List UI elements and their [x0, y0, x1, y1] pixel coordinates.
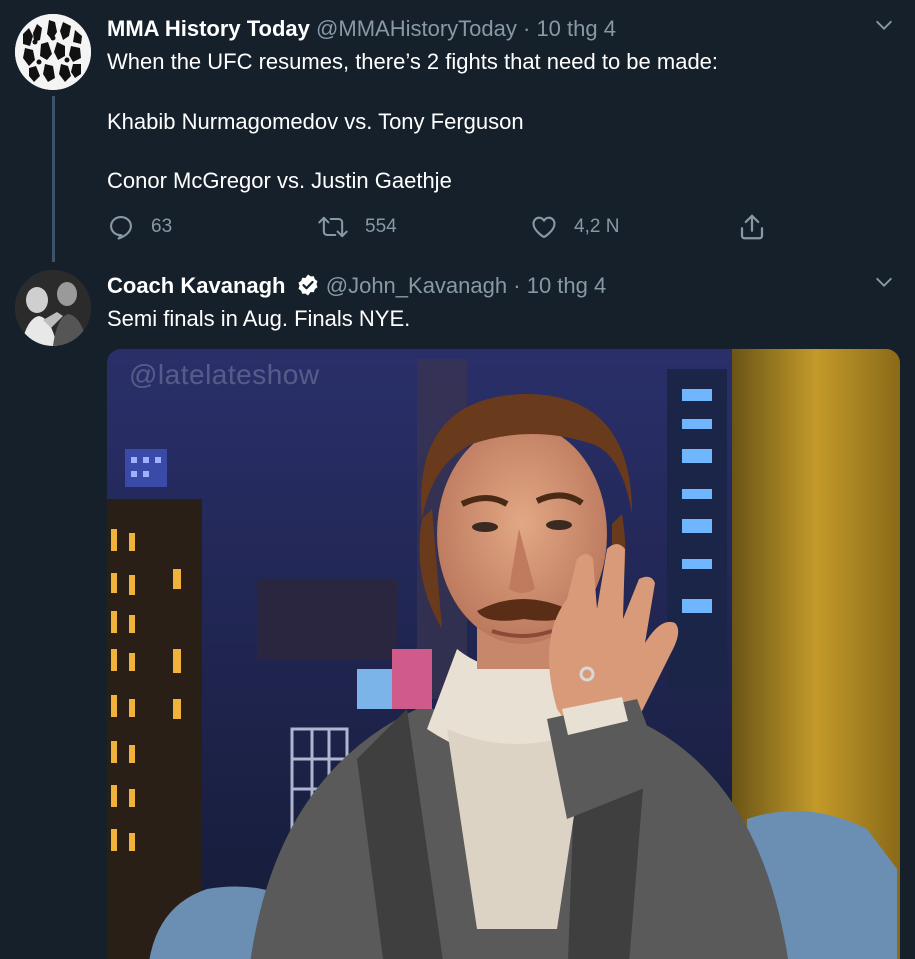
- author-handle[interactable]: @MMAHistoryToday: [316, 16, 517, 41]
- tweet-media-gif[interactable]: @latelateshow: [107, 349, 900, 959]
- like-button[interactable]: 4,2 N: [530, 210, 619, 244]
- reply-count: 63: [151, 216, 173, 237]
- chevron-down-icon[interactable]: [873, 14, 895, 36]
- tweet-date[interactable]: 10 thg 4: [536, 16, 616, 41]
- author-name[interactable]: MMA History Today: [107, 16, 310, 41]
- reply-button[interactable]: 63: [107, 210, 172, 244]
- heart-icon: [532, 216, 556, 238]
- verified-badge-icon: [298, 274, 318, 296]
- retweet-count: 554: [365, 216, 397, 237]
- share-button[interactable]: [737, 210, 767, 244]
- tweet-header: MMA History Today @MMAHistoryToday · 10 …: [107, 14, 616, 44]
- tweet-actions: 63 554 4,2 N: [107, 210, 777, 244]
- chevron-down-icon[interactable]: [873, 271, 895, 293]
- tweet-text-line: When the UFC resumes, there’s 2 fights t…: [107, 49, 719, 74]
- retweet-button[interactable]: 554: [317, 210, 397, 244]
- gif-watermark: @latelateshow: [129, 359, 320, 390]
- share-icon: [740, 214, 764, 240]
- separator-dot: ·: [522, 16, 531, 41]
- gif-image: [107, 349, 900, 959]
- reply-icon: [110, 216, 132, 240]
- tweet-date[interactable]: 10 thg 4: [527, 273, 607, 298]
- tweet-text-line: Khabib Nurmagomedov vs. Tony Ferguson: [107, 109, 524, 134]
- avatar[interactable]: [15, 270, 91, 346]
- retweet-icon: [318, 216, 348, 238]
- thread-connector: [52, 96, 55, 262]
- tweet-text-line: Semi finals in Aug. Finals NYE.: [107, 306, 411, 331]
- tweet-header: Coach Kavanagh @John_Kavanagh · 10 thg 4: [107, 271, 606, 301]
- author-name[interactable]: Coach Kavanagh: [107, 273, 286, 298]
- timeline: MMA History Today @MMAHistoryToday · 10 …: [0, 0, 915, 959]
- like-count: 4,2 N: [574, 216, 620, 237]
- avatar[interactable]: [15, 14, 91, 90]
- author-handle[interactable]: @John_Kavanagh: [326, 273, 507, 298]
- tweet-text-line: Conor McGregor vs. Justin Gaethje: [107, 168, 452, 193]
- separator-dot: ·: [513, 273, 521, 298]
